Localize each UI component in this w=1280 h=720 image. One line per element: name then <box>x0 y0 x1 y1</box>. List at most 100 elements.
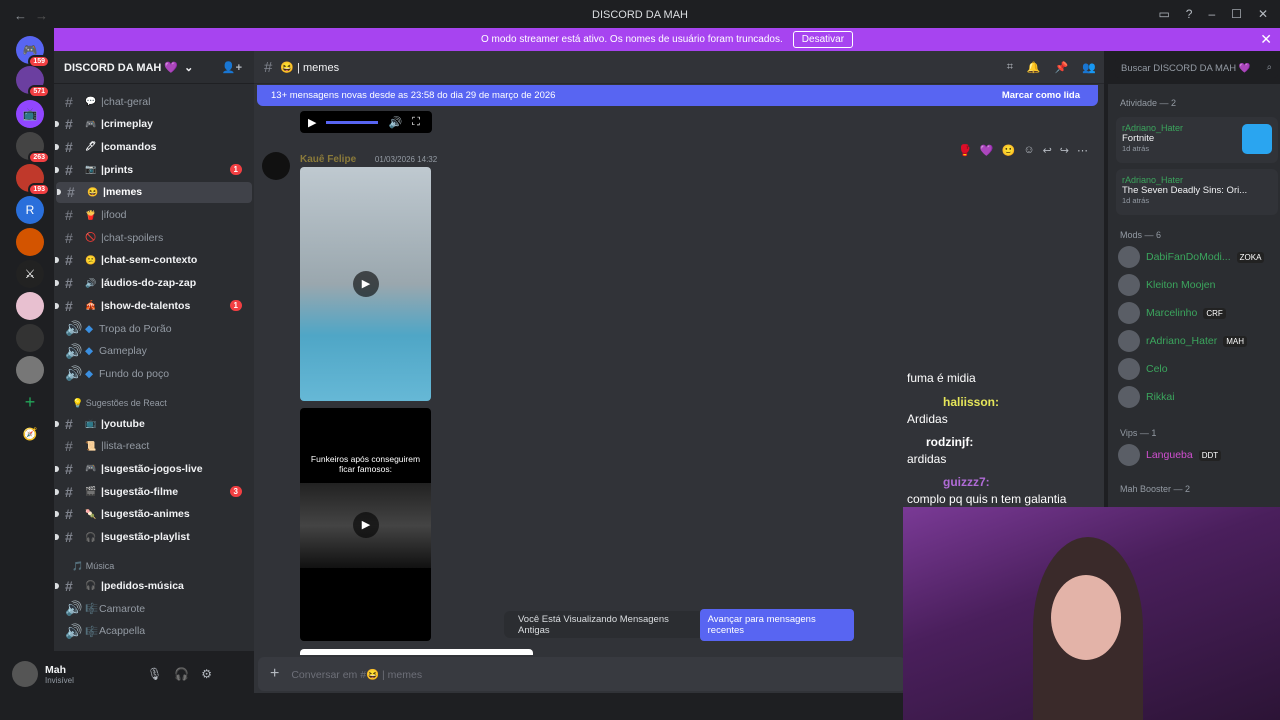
voice-channel[interactable]: 🔊 ◆ Gameplay <box>54 341 250 362</box>
add-reaction-icon[interactable]: ☺ <box>1023 144 1034 157</box>
pin-icon[interactable]: 📌 <box>1055 61 1069 74</box>
mark-read-button[interactable]: Marcar como lida <box>1002 90 1080 101</box>
channel-sugestão-animes[interactable]: # 🍡 | sugestão-animes <box>54 504 250 525</box>
bell-icon[interactable]: 🔔 <box>1027 61 1041 74</box>
play-icon[interactable]: ▶ <box>308 116 316 129</box>
play-icon[interactable]: ▶ <box>353 512 379 538</box>
channel-chat-sem-contexto[interactable]: # 😕 | chat-sem-contexto <box>54 250 250 271</box>
add-attachment-icon[interactable]: + <box>270 665 279 683</box>
message-input[interactable]: Conversar em #😆 | memes <box>291 668 422 681</box>
reaction-icon[interactable]: 🥊 <box>958 144 972 157</box>
channel-chat-spoilers[interactable]: # 🚫 | chat-spoilers <box>54 227 250 248</box>
members-icon[interactable]: 👥 <box>1082 61 1096 74</box>
inbox-icon[interactable]: ▭ <box>1158 7 1169 21</box>
add-server-icon[interactable]: + <box>16 388 44 416</box>
channel-label: chat-sem-contexto <box>103 254 198 267</box>
audio-player[interactable]: ▶ 🔊 ⛶ <box>300 111 432 133</box>
activity-card[interactable]: rAdriano_Hater Fortnite 1d atrás <box>1116 117 1278 163</box>
channel-prints[interactable]: # 📷 | prints 1 <box>54 159 250 180</box>
server-icon[interactable] <box>16 228 44 256</box>
channel-memes[interactable]: # 😆 | memes <box>56 181 252 203</box>
title-bar: ← → DISCORD DA MAH ▭ ? – ☐ ✕ <box>0 0 1280 30</box>
member-item[interactable]: DabiFanDoModi... ZOKA <box>1118 246 1265 268</box>
channel-emoji: 🔊 <box>85 277 97 288</box>
avatar[interactable] <box>262 152 290 180</box>
new-messages-banner[interactable]: 13+ mensagens novas desde as 23:58 do di… <box>257 85 1098 106</box>
message-composer[interactable]: + Conversar em #😆 | memes <box>258 657 906 691</box>
close-window-button[interactable]: ✕ <box>1258 7 1268 21</box>
voice-channel[interactable]: 🔊 ◆ Fundo do poço <box>54 363 250 384</box>
search-input[interactable]: Buscar DISCORD DA MAH 💜 ⌕ <box>1115 58 1278 78</box>
maximize-button[interactable]: ☐ <box>1231 7 1242 21</box>
reaction-icon[interactable]: 🙂 <box>1002 144 1016 157</box>
channel-sugestão-playlist[interactable]: # 🎧 | sugestão-playlist <box>54 527 250 548</box>
forward-icon[interactable]: ↪ <box>1060 144 1069 157</box>
channel-youtube[interactable]: # 📺 | youtube <box>54 413 250 434</box>
minimize-button[interactable]: – <box>1208 7 1215 21</box>
headphones-icon[interactable]: 🎧 <box>174 667 189 681</box>
member-item[interactable]: rAdriano_Hater MAH <box>1118 330 1247 352</box>
more-icon[interactable]: ⋯ <box>1077 144 1088 157</box>
video-attachment[interactable]: Funkeiros após conseguirem ficar famosos… <box>300 408 431 641</box>
help-icon[interactable]: ? <box>1186 7 1193 21</box>
member-item[interactable]: Langueba DDT <box>1118 444 1222 466</box>
message-author[interactable]: Kauê Felipe <box>300 154 356 165</box>
server-icon[interactable]: R <box>16 196 44 224</box>
activity-card[interactable]: rAdriano_Hater The Seven Deadly Sins: Or… <box>1116 169 1278 215</box>
play-icon[interactable]: ▶ <box>353 271 379 297</box>
avatar[interactable] <box>12 661 38 687</box>
channel-label: sugestão-animes <box>103 508 190 521</box>
member-item[interactable]: Rikkai <box>1118 386 1175 408</box>
server-icon[interactable] <box>16 324 44 352</box>
server-icon[interactable]: 193 <box>16 164 50 196</box>
channel-pedidos-música[interactable]: # 🎧 | pedidos-música <box>54 575 250 596</box>
reply-icon[interactable]: ↩ <box>1043 144 1052 157</box>
channel-emoji: 📷 <box>85 164 97 175</box>
channel-crimeplay[interactable]: # 🎮 | crimeplay <box>54 114 250 135</box>
server-icon[interactable]: ⚔ <box>16 260 44 288</box>
server-icon[interactable]: 263 <box>16 132 50 164</box>
unread-dot <box>55 166 59 173</box>
voice-channel[interactable]: 🔊 🎼 Acappella <box>54 621 250 642</box>
channel-sugestão-jogos-live[interactable]: # 🎮 | sugestão-jogos-live <box>54 458 250 479</box>
progress-bar[interactable] <box>326 120 379 124</box>
voice-channel[interactable]: 🔊 ◆ Tropa do Porão <box>54 318 250 339</box>
add-member-icon[interactable]: 👤+ <box>222 61 242 74</box>
member-item[interactable]: Kleiton Moojen <box>1118 274 1215 296</box>
channel-ifood[interactable]: # 🍟 | ifood <box>54 205 250 226</box>
category-music[interactable]: 🎵 Música <box>72 561 114 572</box>
disable-streamer-button[interactable]: Desativar <box>792 31 854 48</box>
hash-icon: # <box>65 506 73 523</box>
fullscreen-icon[interactable]: ⛶ <box>412 116 420 129</box>
channel-comandos[interactable]: # 🖊 | comandos <box>54 136 250 157</box>
jump-to-present-button[interactable]: Avançar para mensagens recentes <box>699 608 854 641</box>
gear-icon[interactable]: ⚙ <box>201 667 212 681</box>
server-icon[interactable]: 📺 <box>16 100 44 128</box>
member-item[interactable]: Marcelinho CRF <box>1118 302 1226 324</box>
channel-chat-geral[interactable]: # 💬 | chat-geral <box>54 91 250 112</box>
channel-sugestão-filme[interactable]: # 🎬 | sugestão-filme 3 <box>54 481 250 502</box>
server-icon[interactable]: 571 <box>16 66 50 98</box>
server-icon[interactable] <box>16 356 44 384</box>
unread-dot <box>55 420 59 427</box>
video-attachment[interactable]: ▶ <box>300 167 431 401</box>
server-icon[interactable] <box>16 292 44 320</box>
microphone-icon[interactable]: 🎙 <box>147 667 162 681</box>
channel-áudios-do-zap-zap[interactable]: # 🔊 | áudios-do-zap-zap <box>54 273 250 294</box>
server-header[interactable]: DISCORD DA MAH 💜 ⌄ 👤+ <box>54 51 254 84</box>
speaker-icon: 🔊 <box>65 622 83 639</box>
channel-lista-react[interactable]: # 📜 | lista-react <box>54 436 250 457</box>
discover-icon[interactable]: 🧭 <box>16 420 44 448</box>
close-icon[interactable]: ✕ <box>1260 31 1272 48</box>
voice-label: Fundo do poço <box>99 367 170 380</box>
mods-header: Mods — 6 <box>1120 230 1162 240</box>
channel-show-de-talentos[interactable]: # 🎪 | show-de-talentos 1 <box>54 295 250 316</box>
hash-icon: # <box>65 415 73 432</box>
volume-icon[interactable]: 🔊 <box>388 116 402 129</box>
voice-channel[interactable]: 🔊 🎼 Camarote <box>54 598 250 619</box>
threads-icon[interactable]: ⌗ <box>1007 61 1013 74</box>
heart-reaction-icon[interactable]: 💜 <box>980 144 994 157</box>
member-item[interactable]: Celo <box>1118 358 1168 380</box>
category-suggestions[interactable]: 💡 Sugestões de React <box>72 398 167 409</box>
home-button[interactable]: 🎮 159 <box>16 36 50 68</box>
